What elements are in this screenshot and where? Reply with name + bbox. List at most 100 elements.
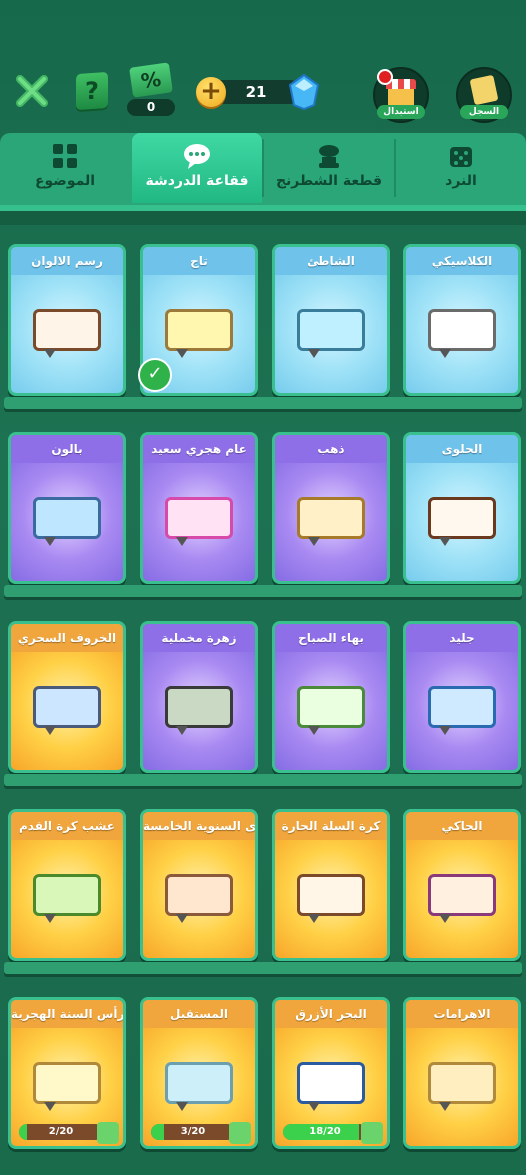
shelf-divider (4, 962, 522, 974)
chat-bubble-card[interactable]: كرة السلة الحارة (272, 809, 390, 961)
shop-label: استبدال (377, 105, 425, 119)
tab-divider (394, 139, 396, 197)
help-icon: ? (85, 77, 99, 105)
collection-progress-bar: 3/20 (151, 1124, 235, 1140)
chat-bubble-preview (297, 497, 365, 546)
chat-bubble-card[interactable]: الخروف السحري (8, 621, 126, 773)
coupon-counter[interactable]: % 0 (127, 62, 175, 116)
chat-bubble-card[interactable]: عام هجري سعيد (140, 432, 258, 584)
card-title: البحر الأزرق (275, 1000, 387, 1028)
chat-bubble-card[interactable]: الشاطئ (272, 244, 390, 396)
chat-bubble-preview (428, 309, 496, 358)
close-icon (16, 75, 48, 107)
chat-bubble-preview (428, 497, 496, 546)
chat-bubble-preview (165, 309, 233, 358)
chat-bubble-preview (297, 309, 365, 358)
card-title: المستقبل (143, 1000, 255, 1028)
collection-progress-bar: 18/20 (283, 1124, 367, 1140)
chat-bubble-preview (33, 686, 101, 735)
card-title: الشاطئ (275, 247, 387, 275)
card-title: كرة السلة الحارة (275, 812, 387, 840)
chat-bubble-preview (428, 874, 496, 923)
add-gems-button[interactable]: + (196, 77, 226, 107)
card-title: بهاء الصباح (275, 624, 387, 652)
tab-label: قطعة الشطرنج (275, 173, 383, 189)
tab-label: الموضوع (34, 173, 96, 189)
shelf-divider (4, 397, 522, 409)
chat-bubble-preview (165, 874, 233, 923)
top-bar: ? % 0 + 21 استبدال السجل (0, 55, 526, 130)
chat-bubble-preview (165, 686, 233, 735)
card-title: جليد (406, 624, 518, 652)
chat-bubble-card[interactable]: زهرة مخملية (140, 621, 258, 773)
chat-bubble-card[interactable]: البحر الأزرق 18/20 (272, 997, 390, 1149)
tab-label: النرد (445, 173, 477, 189)
tab-shadow (0, 211, 526, 225)
history-button[interactable]: السجل (456, 67, 512, 123)
chat-bubble-preview (428, 1062, 496, 1111)
card-title: الحلوى (406, 435, 518, 463)
card-title: ذهب (275, 435, 387, 463)
chat-bubble-card[interactable]: بهاء الصباح (272, 621, 390, 773)
chess-piece-icon (319, 145, 339, 168)
chat-bubble-preview (33, 1062, 101, 1111)
tab-label: فقاعة الدردشة (145, 173, 249, 189)
card-title: تاج (143, 247, 255, 275)
progress-text: 3/20 (180, 1126, 206, 1137)
progress-text: 18/20 (309, 1126, 341, 1137)
close-button[interactable] (14, 73, 50, 109)
card-title: عام هجري سعيد (143, 435, 255, 463)
chat-bubble-card[interactable]: عشب كرة القدم (8, 809, 126, 961)
category-tabs: النرد قطعة الشطرنج فقاعة الدردشة الموضوع (0, 133, 526, 205)
chat-bubble-card[interactable]: الذكرى السنوية الخامسة (140, 809, 258, 961)
chat-bubble-card[interactable]: جليد (403, 621, 521, 773)
shelf-divider (4, 585, 522, 597)
shelf-divider (4, 774, 522, 786)
card-title: الخروف السحري (11, 624, 123, 652)
tab-divider (262, 139, 264, 197)
card-title: الحاكي (406, 812, 518, 840)
shop-button[interactable]: استبدال (373, 67, 429, 123)
chat-bubble-card[interactable]: بالون (8, 432, 126, 584)
puzzle-piece-icon (229, 1122, 251, 1144)
tab-chat-bubble[interactable]: فقاعة الدردشة (132, 133, 262, 203)
collection-progress-bar: 2/20 (19, 1124, 103, 1140)
tab-chess-piece[interactable]: قطعة الشطرنج (264, 133, 394, 203)
puzzle-piece-icon (97, 1122, 119, 1144)
card-title: رسم الالوان (11, 247, 123, 275)
chat-bubble-preview (33, 497, 101, 546)
card-title: زهرة مخملية (143, 624, 255, 652)
tab-dice[interactable]: النرد (396, 133, 526, 203)
card-title: بالون (11, 435, 123, 463)
chat-bubble-preview (297, 874, 365, 923)
puzzle-piece-icon (361, 1122, 383, 1144)
selected-check-icon: ✓ (138, 358, 172, 392)
history-label: السجل (460, 105, 508, 119)
chat-bubble-card[interactable]: الحلوى (403, 432, 521, 584)
chat-bubble-preview (165, 1062, 233, 1111)
grid-icon (53, 144, 77, 168)
gem-count: 21 (245, 83, 267, 101)
tab-theme[interactable]: الموضوع (0, 133, 130, 203)
shop-icon-body (388, 89, 414, 105)
coupon-icon: % (129, 62, 173, 98)
chat-bubble-card[interactable]: الحاكي (403, 809, 521, 961)
chat-bubble-preview (297, 686, 365, 735)
card-title: عشب كرة القدم (11, 812, 123, 840)
chat-bubble-card[interactable]: ذهب (272, 432, 390, 584)
chat-bubble-card[interactable]: رسم الالوان (8, 244, 126, 396)
help-button[interactable]: ? (76, 71, 108, 111)
progress-text: 2/20 (48, 1126, 74, 1137)
card-title: الذكرى السنوية الخامسة (143, 812, 255, 840)
chat-bubble-icon (184, 144, 210, 169)
chat-bubble-card[interactable]: الاهرامات (403, 997, 521, 1149)
chat-bubble-card[interactable]: رأس السنة الهجرية 2/20 (8, 997, 126, 1149)
chat-bubble-preview (33, 309, 101, 358)
chat-bubble-card[interactable]: الكلاسيكي (403, 244, 521, 396)
dice-icon (450, 147, 472, 167)
card-title: الكلاسيكي (406, 247, 518, 275)
gem-icon (288, 73, 320, 111)
chat-bubble-preview (165, 497, 233, 546)
chat-bubble-preview (297, 1062, 365, 1111)
chat-bubble-card[interactable]: المستقبل 3/20 (140, 997, 258, 1149)
